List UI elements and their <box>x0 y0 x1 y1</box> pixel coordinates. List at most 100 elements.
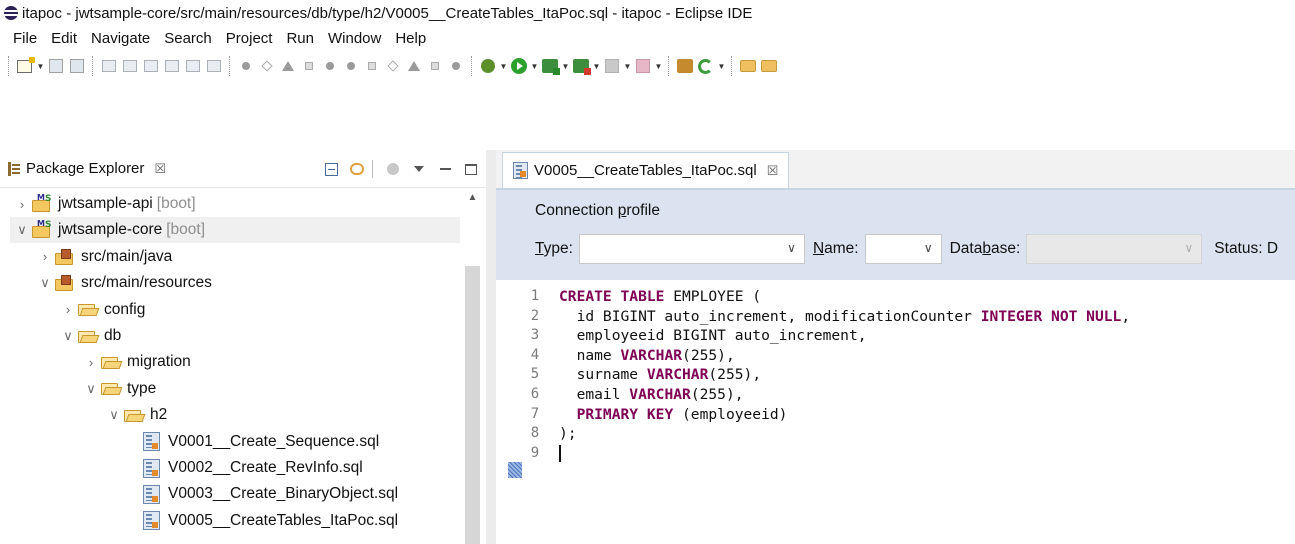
tree-item[interactable]: › M Sjwtsample-api [boot] <box>16 191 196 217</box>
chevron-right-icon[interactable]: › <box>62 302 74 317</box>
code-line[interactable]: id BIGINT auto_increment, modificationCo… <box>559 307 1131 327</box>
editor-tab[interactable]: V0005__CreateTables_ItaPoc.sql ☒ <box>502 152 790 188</box>
menu-run[interactable]: Run <box>279 30 321 47</box>
toolbar-separator <box>92 56 95 76</box>
code-line[interactable] <box>559 444 1130 464</box>
view-menu-button[interactable] <box>408 158 430 180</box>
shape-square2-button[interactable] <box>425 55 444 77</box>
open-folder-button[interactable] <box>738 55 757 77</box>
tree-item[interactable]: V0003__Create_BinaryObject.sql <box>131 481 398 507</box>
maximize-button[interactable] <box>460 158 482 180</box>
external-tools-button[interactable] <box>540 55 560 77</box>
debug-dropdown[interactable]: ▼ <box>499 55 508 77</box>
toolbar-tool-6[interactable] <box>204 55 223 77</box>
toolbar-tool-4[interactable] <box>162 55 181 77</box>
close-icon[interactable]: ☒ <box>767 163 779 179</box>
shape-square-button[interactable] <box>299 55 318 77</box>
menu-project[interactable]: Project <box>219 30 280 47</box>
menu-file[interactable]: File <box>6 30 44 47</box>
view-divider[interactable] <box>486 150 496 544</box>
sql-file-icon <box>143 511 160 531</box>
code-line[interactable]: email VARCHAR(255), <box>559 385 1130 405</box>
package-button[interactable] <box>675 55 694 77</box>
code-line[interactable]: ); <box>559 424 1130 444</box>
chevron-right-icon[interactable]: › <box>39 249 51 264</box>
debug-button[interactable] <box>478 55 497 77</box>
chevron-down-icon[interactable]: ∨ <box>39 275 51 291</box>
scroll-up-icon[interactable]: ▲ <box>463 192 482 206</box>
refresh-dropdown[interactable]: ▼ <box>717 55 726 77</box>
external-stop-dropdown[interactable]: ▼ <box>592 55 601 77</box>
menu-edit[interactable]: Edit <box>44 30 84 47</box>
refresh-button[interactable] <box>696 55 715 77</box>
tree-item[interactable]: V0002__Create_RevInfo.sql <box>131 455 363 481</box>
shape-circle2-button[interactable] <box>341 55 360 77</box>
open-resource-button[interactable] <box>759 55 778 77</box>
type-select[interactable]: ∨ <box>578 234 805 264</box>
chevron-down-icon[interactable]: ∨ <box>62 328 74 344</box>
code-area[interactable]: 1 2 3 4 5 6 7 8 9 CREATE TABLE EMPLOYEE ( id BIG… <box>496 280 1295 544</box>
menu-help[interactable]: Help <box>388 30 433 47</box>
shape-ring-button[interactable] <box>362 55 381 77</box>
minimize-button[interactable] <box>434 158 456 180</box>
terminate-button[interactable] <box>602 55 621 77</box>
scrollbar-thumb[interactable] <box>465 266 480 544</box>
external-stop-button[interactable] <box>571 55 591 77</box>
tree-item[interactable]: › src/main/java <box>39 244 172 270</box>
server-dropdown[interactable]: ▼ <box>654 55 663 77</box>
menu-window[interactable]: Window <box>321 30 388 47</box>
code-line[interactable]: PRIMARY KEY (employeeid) <box>559 405 1130 425</box>
server-button[interactable] <box>633 55 652 77</box>
code-line[interactable]: name VARCHAR(255), <box>559 346 1130 366</box>
terminate-dropdown[interactable]: ▼ <box>623 55 632 77</box>
collapse-all-button[interactable] <box>320 158 342 180</box>
code-line[interactable]: CREATE TABLE EMPLOYEE ( <box>559 287 1130 307</box>
focus-button[interactable] <box>382 158 404 180</box>
code-line[interactable]: surname VARCHAR(255), <box>559 365 1130 385</box>
run-dropdown[interactable]: ▼ <box>530 55 539 77</box>
save-button[interactable] <box>46 55 65 77</box>
external-tools-dropdown[interactable]: ▼ <box>561 55 570 77</box>
new-button[interactable] <box>15 55 35 77</box>
run-button[interactable] <box>509 55 528 77</box>
tree-scrollbar[interactable]: ▲ <box>463 188 482 544</box>
shape-triangle2-button[interactable] <box>404 55 423 77</box>
chevron-right-icon[interactable]: › <box>16 197 28 212</box>
toolbar-separator <box>8 56 11 76</box>
tree-item-decoration: [boot] <box>166 221 206 239</box>
shape-triangle-button[interactable] <box>278 55 297 77</box>
tree-item[interactable]: ∨ db <box>62 323 121 349</box>
tree-item[interactable]: ∨ h2 <box>108 402 167 428</box>
tree-item[interactable]: › migration <box>85 349 191 375</box>
menu-navigate[interactable]: Navigate <box>84 30 157 47</box>
toolbar-tool-5[interactable] <box>183 55 202 77</box>
link-with-editor-button[interactable] <box>346 158 368 180</box>
tree-item[interactable]: ∨ type <box>85 376 156 402</box>
database-select[interactable]: ∨ <box>1026 234 1203 264</box>
shape-link-button[interactable] <box>320 55 339 77</box>
chevron-down-icon[interactable]: ∨ <box>16 222 28 238</box>
tree-item[interactable]: ∨ M Sjwtsample-core [boot] <box>10 217 460 244</box>
package-explorer-tab[interactable]: Package Explorer ☒ <box>8 160 166 177</box>
close-icon[interactable]: ☒ <box>154 161 166 177</box>
toolbar-tool-1[interactable] <box>99 55 118 77</box>
toolbar-tool-2[interactable] <box>120 55 139 77</box>
code-line[interactable]: employeeid BIGINT auto_increment, <box>559 326 1130 346</box>
name-select[interactable]: ∨ <box>864 234 942 264</box>
shape-diamond2-button[interactable] <box>383 55 402 77</box>
chevron-down-icon[interactable]: ∨ <box>108 407 120 423</box>
save-all-button[interactable] <box>67 55 86 77</box>
shape-link2-button[interactable] <box>446 55 465 77</box>
new-dropdown[interactable]: ▼ <box>36 55 45 77</box>
tree-item[interactable]: V0005__CreateTables_ItaPoc.sql <box>131 508 398 534</box>
shape-circle-button[interactable] <box>236 55 255 77</box>
chevron-down-icon[interactable]: ∨ <box>85 381 97 397</box>
menu-search[interactable]: Search <box>157 30 219 47</box>
tree-item[interactable]: ∨ src/main/resources <box>39 270 212 296</box>
tree-item[interactable]: V0001__Create_Sequence.sql <box>131 429 379 455</box>
toolbar-tool-3[interactable] <box>141 55 160 77</box>
chevron-right-icon[interactable]: › <box>85 355 97 370</box>
code-lines[interactable]: CREATE TABLE EMPLOYEE ( id BIGINT auto_i… <box>559 287 1130 463</box>
tree-item[interactable]: › config <box>62 297 146 323</box>
shape-diamond-button[interactable] <box>257 55 276 77</box>
